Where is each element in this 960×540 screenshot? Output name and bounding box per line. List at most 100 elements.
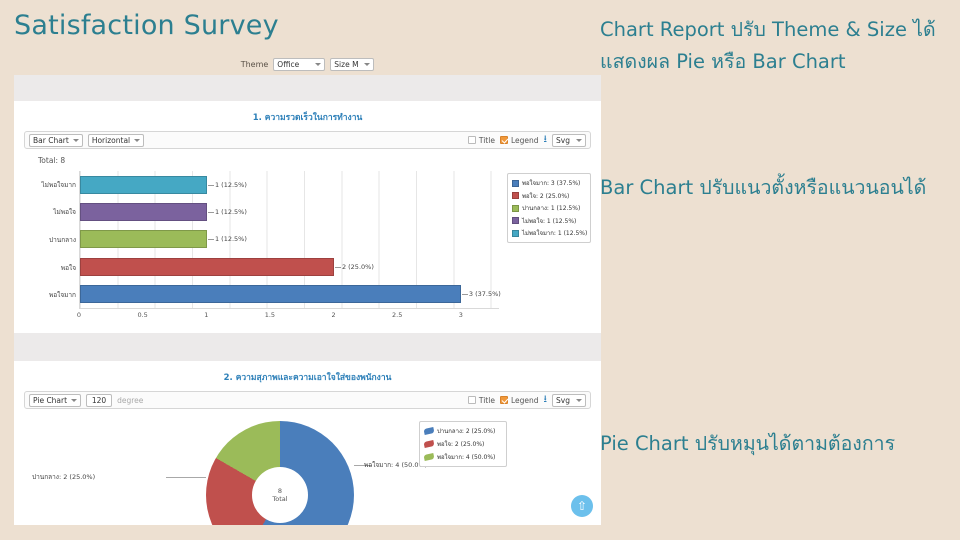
legend-item-label: พอใจมาก: 4 (50.0%) bbox=[437, 454, 496, 461]
page-title: Satisfaction Survey bbox=[14, 10, 279, 41]
chart-2-degree-label: degree bbox=[117, 395, 144, 405]
chart-1-title-checkbox-label: Title bbox=[478, 135, 495, 145]
chart-2-title-checkbox-label: Title bbox=[478, 395, 495, 405]
legend-swatch-icon bbox=[512, 229, 519, 237]
note-line-1: Chart Report ปรับ Theme & Size ได้ bbox=[600, 18, 936, 41]
pie-chart-legend: ปานกลาง: 2 (25.0%) พอใจ: 2 (25.0%) พอใจมาก… bbox=[419, 421, 507, 467]
bar-chart-bar[interactable] bbox=[80, 203, 207, 222]
pie-chart-donut: 8 Total bbox=[206, 421, 354, 525]
bar-chart-x-tick: 1 bbox=[204, 311, 209, 319]
bar-chart-x-tick: 3 bbox=[458, 311, 463, 319]
pie-center-label: Total bbox=[272, 495, 288, 503]
bar-chart-y-label: ไม่พอใจมาก bbox=[41, 180, 76, 189]
legend-swatch-icon bbox=[423, 440, 435, 448]
pie-center-value: 8 bbox=[277, 486, 283, 495]
bar-chart-rows: 1 (12.5%) 1 (12.5%) 1 (12.5%) 2 (25.0%) 3 (3… bbox=[80, 171, 501, 308]
note-bar-chart: Bar Chart ปรับแนวตั้งหรือแนวนอนได้ bbox=[600, 176, 927, 199]
size-select[interactable]: Size M bbox=[330, 57, 375, 71]
bar-chart: ไม่พอใจมาก ไม่พอใจ ปานกลาง พอใจ พอใจมาก 1 (1… bbox=[24, 167, 591, 329]
pie-chart: 8 Total ปานกลาง: 2 (25.0%) พอใจมาก: 4 (5… bbox=[14, 415, 601, 525]
download-icon[interactable]: ⭳ bbox=[544, 395, 548, 405]
legend-item-label: พอใจ: 2 (25.0%) bbox=[522, 192, 570, 200]
bar-chart-x-tick: 0 bbox=[76, 311, 82, 319]
bar-chart-x-axis: 0 0.5 1 1.5 2 2.5 3 bbox=[76, 311, 499, 325]
legend-item[interactable]: ไม่พอใจ: 1 (12.5%) bbox=[512, 216, 586, 226]
chart-1-title-checkbox[interactable]: Title bbox=[467, 135, 495, 145]
download-icon[interactable]: ⭳ bbox=[544, 135, 548, 145]
bar-chart-bar[interactable] bbox=[80, 230, 207, 249]
chart-card-2: 2. ความสุภาพและความเอาใจใส่ของพนักงาน Pi… bbox=[14, 361, 601, 525]
chart-1-orientation-value: Horizontal bbox=[91, 135, 131, 145]
chart-2-export-select[interactable]: Svg bbox=[552, 393, 586, 407]
bar-chart-bar[interactable] bbox=[80, 257, 334, 276]
size-select-value: Size M bbox=[334, 59, 359, 69]
chart-1-toolbar: Bar Chart Horizontal Title Legend ⭳ Svg bbox=[24, 131, 591, 149]
theme-label: Theme bbox=[240, 59, 269, 69]
bar-chart-row: 3 (37.5%) bbox=[80, 285, 501, 304]
bar-chart-legend: พอใจมาก: 3 (37.5%) พอใจ: 2 (25.0%) ปานกลาง… bbox=[507, 173, 591, 243]
legend-item-label: ไม่พอใจมาก: 1 (12.5%) bbox=[522, 230, 588, 237]
legend-item[interactable]: พอใจ: 2 (25.0%) bbox=[512, 191, 586, 201]
annotation-notes: Chart Report ปรับ Theme & Size ได้ แสดงผ… bbox=[600, 14, 950, 77]
bar-chart-y-labels: ไม่พอใจมาก ไม่พอใจ ปานกลาง พอใจ พอใจมาก bbox=[24, 171, 76, 309]
bar-chart-data-label: 3 (37.5%) bbox=[461, 290, 501, 299]
legend-item-label: พอใจมาก: 3 (37.5%) bbox=[522, 180, 581, 187]
bar-chart-x-tick: 2 bbox=[331, 311, 336, 319]
bar-chart-row: 1 (12.5%) bbox=[80, 230, 499, 249]
chevron-down-icon bbox=[576, 138, 582, 142]
chart-1-export-select[interactable]: Svg bbox=[552, 133, 586, 147]
chevron-down-icon bbox=[364, 62, 371, 66]
legend-item[interactable]: พอใจ: 2 (25.0%) bbox=[423, 439, 502, 449]
bar-chart-x-tick: 1.5 bbox=[264, 311, 276, 319]
bar-chart-x-tick: 2.5 bbox=[392, 311, 403, 319]
chevron-down-icon bbox=[71, 398, 78, 402]
chevron-down-icon bbox=[72, 138, 79, 142]
legend-item[interactable]: ปานกลาง: 1 (12.5%) bbox=[512, 203, 586, 213]
legend-item[interactable]: พอใจมาก: 3 (37.5%) bbox=[512, 178, 586, 188]
chart-2-type-value: Pie Chart bbox=[33, 395, 68, 405]
note-line-2: แสดงผล Pie หรือ Bar Chart bbox=[600, 49, 846, 73]
chart-2-toolbar: Pie Chart 120 degree Title Legend ⭳ Svg bbox=[24, 391, 591, 409]
bar-chart-y-label: พอใจมาก bbox=[48, 291, 76, 300]
chart-2-degree-input[interactable]: 120 bbox=[86, 393, 113, 407]
bar-chart-row: 2 (25.0%) bbox=[80, 257, 499, 276]
legend-item-label: ไม่พอใจ: 1 (12.5%) bbox=[522, 217, 577, 225]
chevron-down-icon bbox=[134, 138, 141, 142]
scroll-to-top-button[interactable]: ⇧ bbox=[571, 495, 593, 517]
legend-swatch-icon bbox=[423, 453, 435, 461]
chart-2-type-select[interactable]: Pie Chart bbox=[29, 393, 82, 407]
pie-leader-left bbox=[166, 477, 206, 478]
legend-item[interactable]: พอใจมาก: 4 (50.0%) bbox=[423, 452, 502, 462]
chart-2-title-checkbox[interactable]: Title bbox=[467, 395, 495, 405]
chart-1-orientation-select[interactable]: Horizontal bbox=[87, 133, 145, 147]
chart-1-type-select[interactable]: Bar Chart bbox=[29, 133, 83, 147]
theme-select-value: Office bbox=[277, 59, 300, 69]
chart-2-legend-checkbox[interactable]: Legend bbox=[499, 396, 539, 405]
bar-chart-y-label: ปานกลาง bbox=[49, 235, 76, 244]
legend-item[interactable]: ไม่พอใจมาก: 1 (12.5%) bbox=[512, 228, 588, 238]
checkbox-checked-icon bbox=[499, 136, 508, 144]
chevron-down-icon bbox=[576, 398, 582, 402]
legend-item[interactable]: ปานกลาง: 2 (25.0%) bbox=[423, 426, 502, 436]
bar-chart-data-label: 2 (25.0%) bbox=[334, 262, 374, 271]
bar-chart-data-label: 1 (12.5%) bbox=[207, 235, 247, 244]
chart-1-total: Total: 8 bbox=[38, 156, 66, 165]
checkbox-unchecked-icon bbox=[467, 136, 476, 144]
chart-1-type-value: Bar Chart bbox=[33, 135, 69, 145]
bar-chart-plot: 1 (12.5%) 1 (12.5%) 1 (12.5%) 2 (25.0%) 3 (3… bbox=[79, 171, 501, 309]
bar-chart-bar[interactable] bbox=[80, 285, 461, 304]
chart-1-legend-checkbox[interactable]: Legend bbox=[499, 135, 539, 145]
chart-1-legend-checkbox-label: Legend bbox=[510, 135, 539, 145]
legend-swatch-icon bbox=[512, 217, 519, 224]
legend-swatch-icon bbox=[512, 204, 519, 212]
chart-2-export-value: Svg bbox=[556, 395, 570, 405]
chart-1-title: 1. ความรวดเร็วในการทำงาน bbox=[252, 113, 363, 123]
legend-swatch-icon bbox=[512, 192, 519, 199]
bar-chart-data-label: 1 (12.5%) bbox=[207, 208, 247, 217]
bar-chart-y-label: ไม่พอใจ bbox=[53, 208, 76, 217]
pie-slice-label-left: ปานกลาง: 2 (25.0%) bbox=[32, 473, 96, 481]
theme-select[interactable]: Office bbox=[273, 57, 326, 71]
chevron-down-icon bbox=[315, 62, 322, 66]
app-viewport: Theme Office Size M 1. ความรวดเร็วในการท… bbox=[14, 53, 601, 525]
bar-chart-bar[interactable] bbox=[80, 175, 207, 194]
